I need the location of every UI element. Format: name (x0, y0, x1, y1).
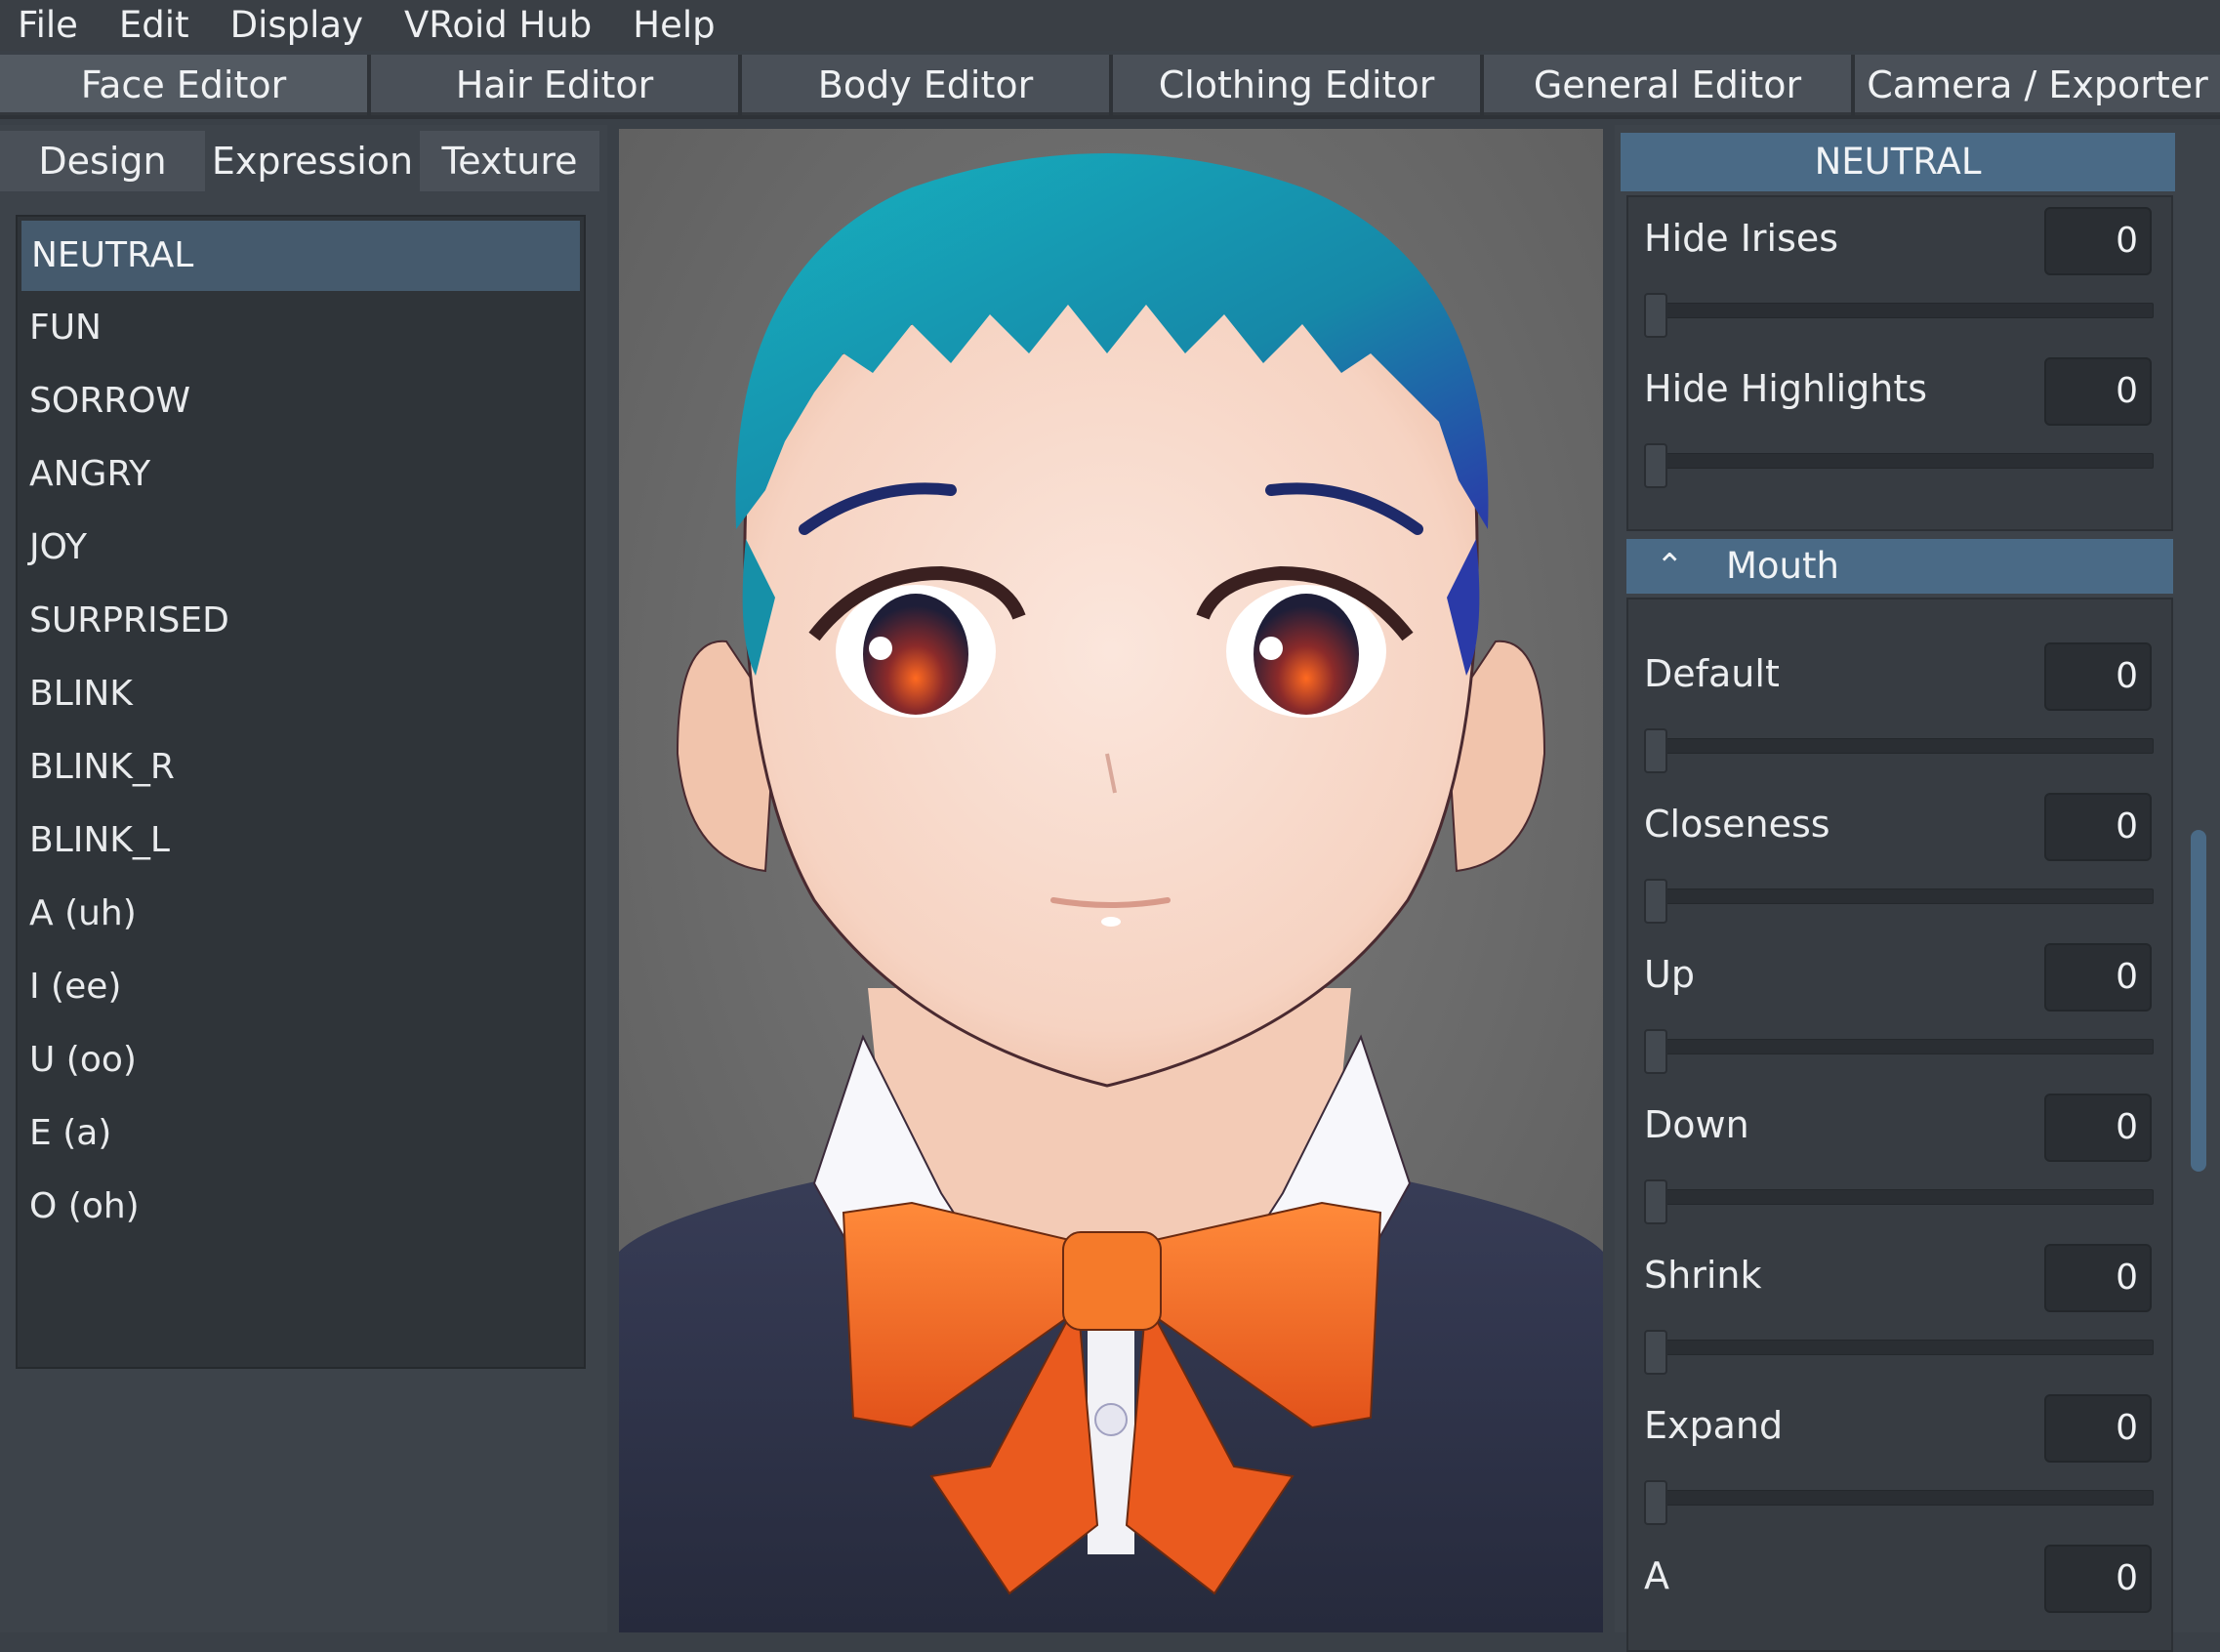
slider-track[interactable] (1654, 888, 2154, 904)
slider-handle[interactable] (1644, 293, 1667, 338)
expression-angry[interactable]: ANGRY (18, 437, 584, 511)
menu-edit[interactable]: Edit (100, 0, 211, 51)
menu-help[interactable]: Help (613, 0, 736, 51)
slider-handle[interactable] (1644, 728, 1667, 773)
expression-i-ee[interactable]: I (ee) (18, 950, 584, 1023)
param-label: Closeness (1644, 803, 1830, 846)
param-down: Down 0 (1644, 1094, 2161, 1240)
right-panel-scrollbar[interactable] (2191, 830, 2206, 1172)
slider-track[interactable] (1654, 1039, 2154, 1054)
mouth-params-group: Default 0 Closeness 0 Up 0 Down 0 Shrink… (1626, 598, 2173, 1652)
slider-handle[interactable] (1644, 1029, 1667, 1074)
expression-u-oo[interactable]: U (oo) (18, 1023, 584, 1096)
param-label: Hide Highlights (1644, 367, 1928, 410)
slider-track[interactable] (1654, 1340, 2154, 1355)
param-value-input[interactable]: 0 (2044, 357, 2152, 426)
expression-a-uh[interactable]: A (uh) (18, 877, 584, 950)
expression-neutral[interactable]: NEUTRAL (21, 221, 580, 291)
expression-header: NEUTRAL (1621, 133, 2175, 191)
chevron-up-icon: ⌃ (1656, 547, 1684, 586)
slider-handle[interactable] (1644, 1179, 1667, 1224)
eye-params-group: Hide Irises 0 Hide Highlights 0 (1626, 195, 2173, 531)
param-value-input[interactable]: 0 (2044, 642, 2152, 711)
expression-blink-l[interactable]: BLINK_L (18, 804, 584, 877)
editor-tab-bar: Face Editor Hair Editor Body Editor Clot… (0, 55, 2220, 119)
expression-o-oh[interactable]: O (oh) (18, 1170, 584, 1243)
slider-handle[interactable] (1644, 879, 1667, 924)
param-up: Up 0 (1644, 943, 2161, 1090)
param-value-input[interactable]: 0 (2044, 793, 2152, 861)
menu-file[interactable]: File (0, 0, 100, 51)
tab-camera-exporter[interactable]: Camera / Exporter (1855, 55, 2220, 115)
character-model-render (619, 129, 1603, 1632)
slider-track[interactable] (1654, 1189, 2154, 1205)
slider-track[interactable] (1654, 738, 2154, 754)
expression-blink-r[interactable]: BLINK_R (18, 730, 584, 804)
slider-track[interactable] (1654, 303, 2154, 318)
tab-body-editor[interactable]: Body Editor (742, 55, 1109, 115)
param-label: Hide Irises (1644, 217, 1839, 260)
left-panel: Design Expression Texture NEUTRAL FUN SO… (0, 125, 607, 1632)
tab-general-editor[interactable]: General Editor (1484, 55, 1851, 115)
menu-bar: File Edit Display VRoid Hub Help (0, 0, 2220, 51)
param-label: Expand (1644, 1404, 1784, 1447)
slider-track[interactable] (1654, 453, 2154, 469)
sub-tab-bar: Design Expression Texture (0, 131, 603, 195)
mouth-group-title: Mouth (1726, 545, 1839, 587)
subtab-texture[interactable]: Texture (420, 131, 599, 191)
slider-handle[interactable] (1644, 1330, 1667, 1375)
param-default: Default 0 (1644, 642, 2161, 789)
expression-joy[interactable]: JOY (18, 511, 584, 584)
right-panel: NEUTRAL Hide Irises 0 Hide Highlights 0 … (1615, 125, 2220, 1652)
expression-surprised[interactable]: SURPRISED (18, 584, 584, 657)
tab-clothing-editor[interactable]: Clothing Editor (1113, 55, 1480, 115)
param-value-input[interactable]: 0 (2044, 1244, 2152, 1312)
param-label: Default (1644, 652, 1780, 695)
param-hide-highlights: Hide Highlights 0 (1644, 357, 2161, 504)
tab-hair-editor[interactable]: Hair Editor (371, 55, 738, 115)
param-label: Up (1644, 953, 1695, 996)
mouth-group-header[interactable]: ⌃ Mouth (1626, 539, 2173, 594)
menu-vroid-hub[interactable]: VRoid Hub (385, 0, 613, 51)
subtab-design[interactable]: Design (0, 131, 205, 191)
param-value-input[interactable]: 0 (2044, 943, 2152, 1012)
menu-display[interactable]: Display (211, 0, 385, 51)
slider-handle[interactable] (1644, 1480, 1667, 1525)
param-label: A (1644, 1554, 1669, 1597)
expression-fun[interactable]: FUN (18, 291, 584, 364)
param-value-input[interactable]: 0 (2044, 1094, 2152, 1162)
character-viewport[interactable] (619, 129, 1603, 1632)
param-label: Down (1644, 1103, 1749, 1146)
subtab-expression[interactable]: Expression (209, 131, 416, 191)
expression-blink[interactable]: BLINK (18, 657, 584, 730)
tab-face-editor[interactable]: Face Editor (0, 55, 367, 115)
param-value-input[interactable]: 0 (2044, 1545, 2152, 1613)
slider-handle[interactable] (1644, 443, 1667, 488)
param-hide-irises: Hide Irises 0 (1644, 207, 2161, 353)
param-closeness: Closeness 0 (1644, 793, 2161, 939)
slider-track[interactable] (1654, 1490, 2154, 1506)
expression-list: NEUTRAL FUN SORROW ANGRY JOY SURPRISED B… (16, 215, 586, 1369)
expression-sorrow[interactable]: SORROW (18, 364, 584, 437)
param-shrink: Shrink 0 (1644, 1244, 2161, 1390)
param-label: Shrink (1644, 1254, 1762, 1297)
param-value-input[interactable]: 0 (2044, 1394, 2152, 1463)
param-value-input[interactable]: 0 (2044, 207, 2152, 275)
expression-e-a[interactable]: E (a) (18, 1096, 584, 1170)
param-a: A 0 (1644, 1545, 2161, 1642)
param-expand: Expand 0 (1644, 1394, 2161, 1541)
